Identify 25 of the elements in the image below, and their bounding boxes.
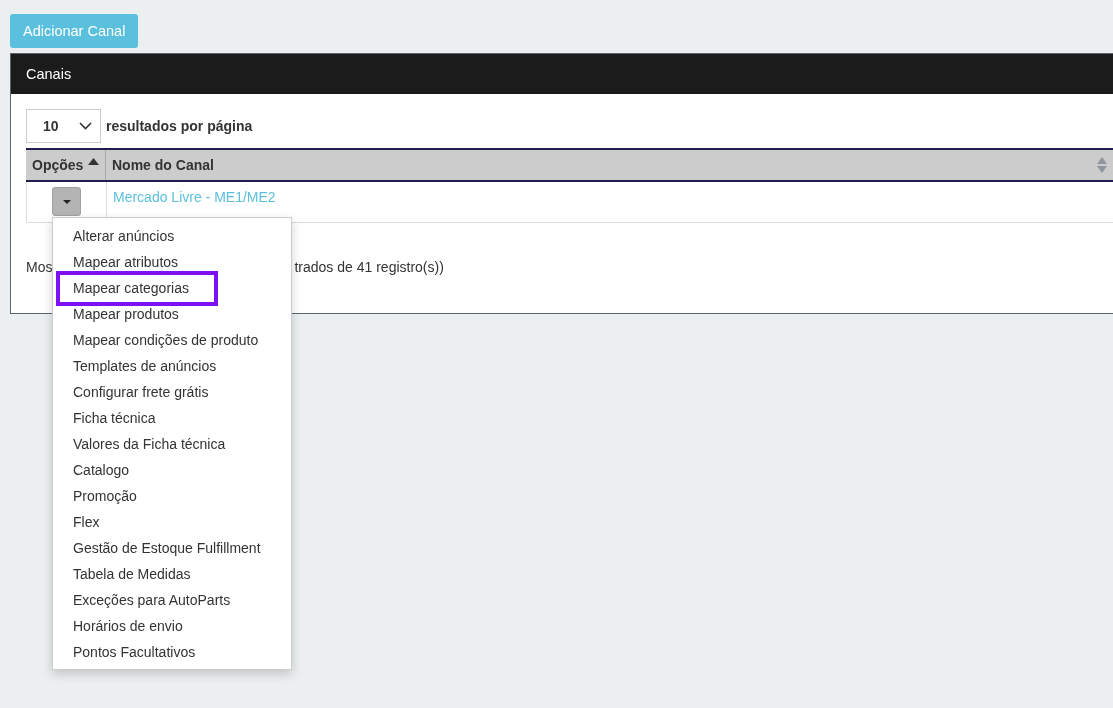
- menu-item[interactable]: Alterar anúncios: [53, 223, 291, 249]
- page-size-select[interactable]: 10: [26, 109, 101, 143]
- caret-down-icon: [62, 199, 71, 204]
- menu-item[interactable]: Configurar frete grátis: [53, 379, 291, 405]
- menu-item[interactable]: Tabela de Medidas: [53, 561, 291, 587]
- menu-item[interactable]: Mapear categorias: [56, 270, 218, 306]
- menu-item[interactable]: Exceções para AutoParts: [53, 587, 291, 613]
- options-dropdown-button[interactable]: [52, 187, 81, 216]
- panel-title: Canais: [26, 66, 72, 82]
- info-text: Mos: [26, 259, 53, 275]
- menu-item[interactable]: Catalogo: [53, 457, 291, 483]
- info-text: trados de 41 registro(s)): [294, 259, 444, 275]
- column-header[interactable]: Opções: [26, 150, 106, 180]
- column-header[interactable]: Nome do Canal: [106, 150, 1113, 180]
- chevron-down-icon: [79, 122, 92, 130]
- menu-item[interactable]: Pontos Facultativos: [53, 639, 291, 665]
- menu-item[interactable]: Promoção: [53, 483, 291, 509]
- menu-item[interactable]: Valores da Ficha técnica: [53, 431, 291, 457]
- menu-item[interactable]: Flex: [53, 509, 291, 535]
- menu-item[interactable]: Gestão de Estoque Fulfillment: [53, 535, 291, 561]
- menu-item[interactable]: Horários de envio: [53, 613, 291, 639]
- menu-item[interactable]: Templates de anúncios: [53, 353, 291, 379]
- page-size-label: resultados por página: [106, 118, 253, 134]
- menu-item[interactable]: Mapear condições de produto: [53, 327, 291, 353]
- menu-item[interactable]: Ficha técnica: [53, 405, 291, 431]
